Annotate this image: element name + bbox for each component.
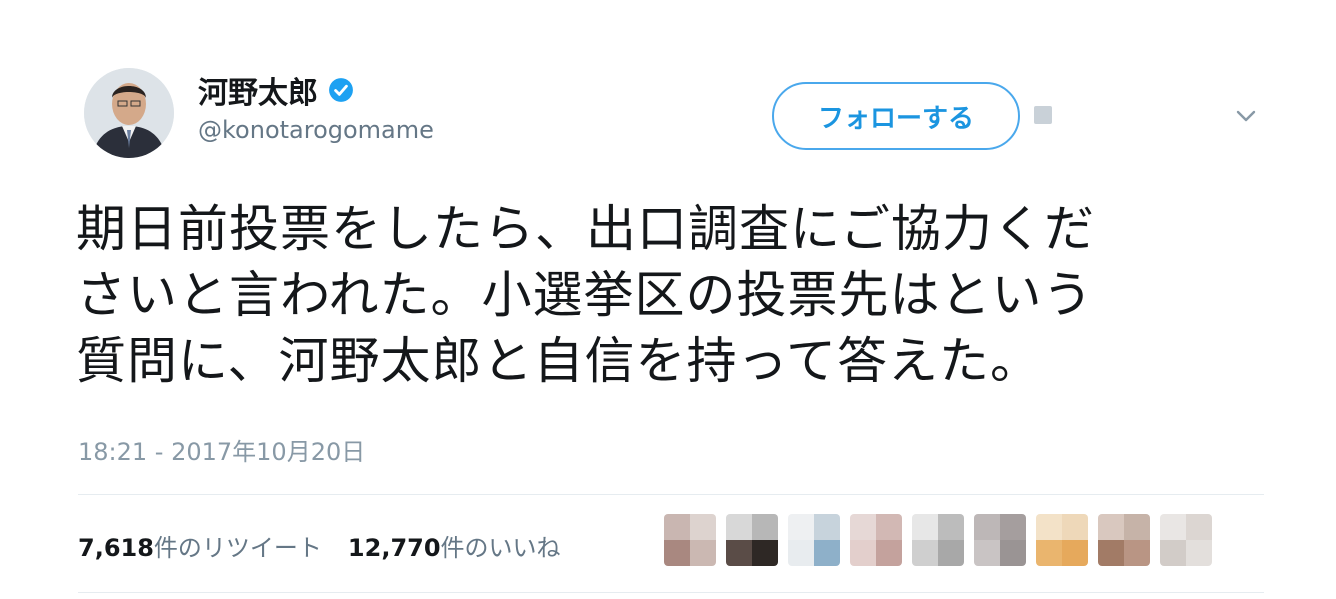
liker-avatar[interactable] (726, 514, 778, 566)
liker-avatar[interactable] (1098, 514, 1150, 566)
retweet-count-label: 件のリツイート (153, 534, 322, 562)
tweet-text-line: 期日前投票をしたら、出口調査にご協力くだ (76, 200, 1095, 258)
divider (78, 592, 1264, 593)
like-count-label: 件のいいね (440, 534, 561, 562)
follow-menu-icon (1034, 106, 1052, 124)
tweet-text: 期日前投票をしたら、出口調査にご協力くだ さいと言われた。小選挙区の投票先はとい… (76, 196, 1246, 394)
liker-avatar[interactable] (850, 514, 902, 566)
divider (78, 494, 1264, 495)
liker-avatar[interactable] (1036, 514, 1088, 566)
liker-avatar[interactable] (974, 514, 1026, 566)
display-name-text: 河野太郎 (198, 76, 318, 111)
verified-badge-icon (329, 78, 353, 102)
display-name[interactable]: 河野太郎 (198, 68, 354, 112)
user-handle[interactable]: @konotarogomame (198, 116, 434, 144)
tweet-text-line: さいと言われた。小選挙区の投票先はという (76, 266, 1094, 324)
tweet-card: 河野太郎 @konotarogomame フォローする 期日前投票をしたら、出口… (0, 0, 1336, 599)
chevron-down-icon[interactable] (1234, 106, 1258, 126)
liker-avatar[interactable] (788, 514, 840, 566)
tweet-text-line: 質問に、河野太郎と自信を持って答えた。 (76, 332, 1041, 390)
follow-button[interactable]: フォローする (772, 82, 1020, 150)
liker-avatars (664, 514, 1212, 566)
tweet-stats: 7,618件のリツイート 12,770件のいいね (78, 528, 561, 563)
liker-avatar[interactable] (912, 514, 964, 566)
retweet-count-number: 7,618 (78, 534, 154, 562)
like-count-number: 12,770 (347, 534, 441, 562)
profile-photo-icon (84, 68, 174, 158)
liker-avatar[interactable] (664, 514, 716, 566)
liker-avatar[interactable] (1160, 514, 1212, 566)
retweet-count[interactable]: 7,618件のリツイート (78, 528, 322, 563)
tweet-timestamp[interactable]: 18:21 - 2017年10月20日 (78, 432, 365, 467)
avatar[interactable] (84, 68, 174, 158)
like-count[interactable]: 12,770件のいいね (348, 528, 561, 563)
